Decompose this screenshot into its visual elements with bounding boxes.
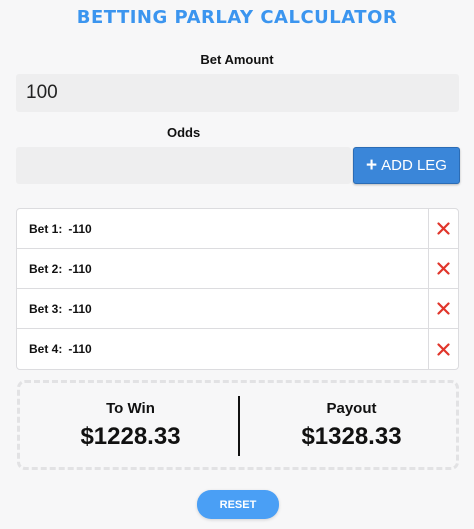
delete-leg-button[interactable] <box>428 329 458 369</box>
page-title: BETTING PARLAY CALCULATOR <box>76 7 398 28</box>
delete-leg-button[interactable] <box>428 289 458 328</box>
leg-odds: -110 <box>68 261 92 276</box>
to-win-value: $1228.33 <box>80 423 181 450</box>
leg-odds: -110 <box>68 301 92 316</box>
close-icon <box>437 302 450 315</box>
bet-amount-label: Bet Amount <box>200 52 274 67</box>
close-icon <box>437 262 450 275</box>
add-leg-label: ADD LEG <box>381 157 447 174</box>
payout-label: Payout <box>326 400 377 417</box>
odds-input[interactable] <box>16 147 351 184</box>
leg-odds: -110 <box>68 342 92 356</box>
list-item: Bet 4: -110 <box>17 329 458 369</box>
reset-button[interactable]: RESET <box>197 490 279 519</box>
list-item: Bet 3: -110 <box>17 289 458 329</box>
legs-list: Bet 1: -110 Bet 2: -110 Bet 3: -110 Bet … <box>16 208 459 370</box>
leg-label: Bet 1: <box>29 221 63 236</box>
odds-label: Odds <box>167 125 201 140</box>
delete-leg-button[interactable] <box>428 209 458 248</box>
leg-label: Bet 4: <box>29 342 63 356</box>
to-win-column: To Win $1228.33 <box>20 383 241 467</box>
results-divider <box>238 396 240 456</box>
leg-odds: -110 <box>68 221 92 236</box>
payout-value: $1328.33 <box>301 423 402 450</box>
results-panel: To Win $1228.33 Payout $1328.33 <box>17 380 459 470</box>
leg-label: Bet 3: <box>29 301 63 316</box>
add-leg-button[interactable]: + ADD LEG <box>353 147 460 184</box>
to-win-label: To Win <box>106 400 155 417</box>
list-item: Bet 2: -110 <box>17 249 458 289</box>
delete-leg-button[interactable] <box>428 249 458 288</box>
plus-icon: + <box>366 155 378 176</box>
close-icon <box>437 342 450 356</box>
parlay-calculator: BETTING PARLAY CALCULATOR Bet Amount Odd… <box>0 0 474 529</box>
close-icon <box>437 222 450 235</box>
bet-amount-input[interactable] <box>16 74 459 112</box>
leg-label: Bet 2: <box>29 261 63 276</box>
payout-column: Payout $1328.33 <box>241 383 462 467</box>
list-item: Bet 1: -110 <box>17 209 458 249</box>
